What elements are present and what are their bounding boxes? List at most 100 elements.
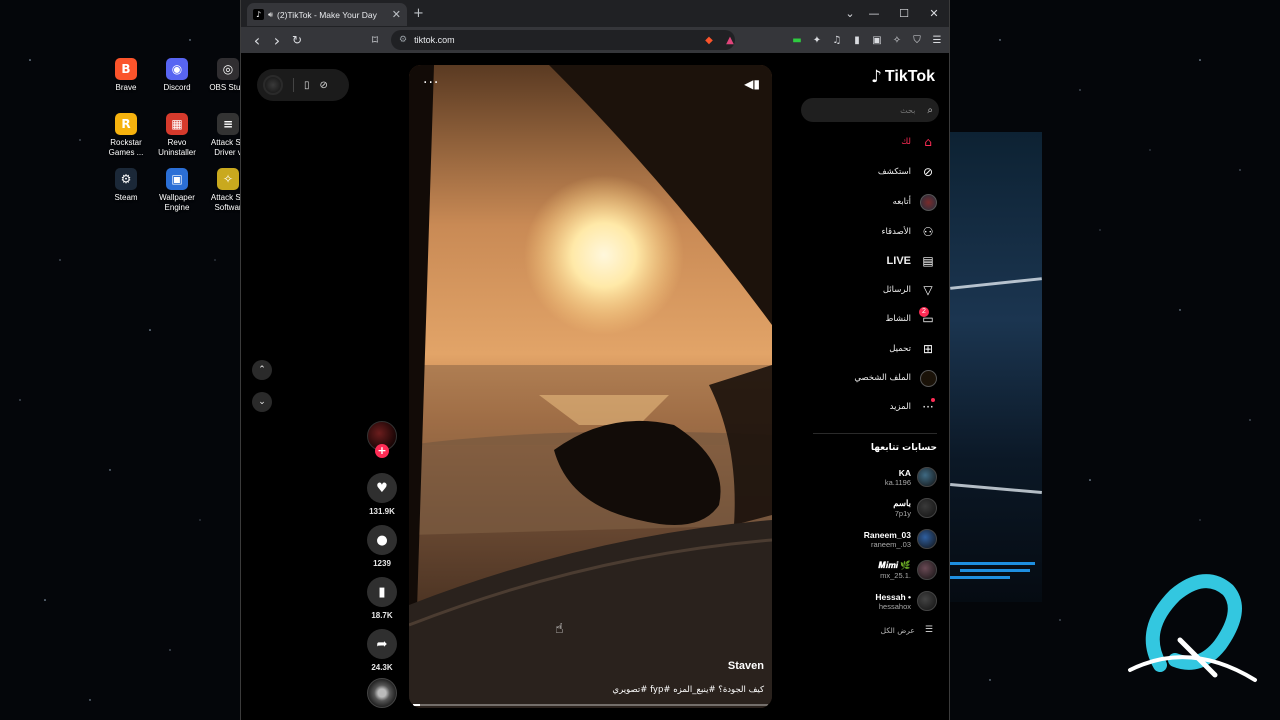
new-indicator-dot <box>931 398 935 402</box>
hand-cursor-icon: ☝ <box>555 621 564 637</box>
video-progress-bar[interactable] <box>413 704 768 706</box>
sidebar-item-friends[interactable]: الأصدقاء ⚇ <box>881 223 937 241</box>
maximize-button[interactable]: ☐ <box>889 0 919 27</box>
volume-icon[interactable]: ◀▮ <box>744 77 760 91</box>
new-tab-button[interactable]: + <box>413 6 424 21</box>
desktop-icon-label: Brave <box>115 83 137 92</box>
site-info-icon[interactable]: ⚙ <box>399 35 407 45</box>
bookmark-button[interactable]: ⌑ <box>365 30 385 50</box>
following-account[interactable]: باسم 7p1y <box>893 498 937 518</box>
account-handle: ka.1196 <box>884 477 911 487</box>
attack-shark-icon: ≡ <box>217 113 239 135</box>
tab-close-icon[interactable]: ✕ <box>392 8 401 21</box>
desktop-icon-label: Discord <box>163 83 191 92</box>
sidebar-item-upload[interactable]: تحميل ⊞ <box>889 340 937 358</box>
avatar[interactable] <box>917 529 937 549</box>
browser-window: ♪ 🔊︎ (2)TikTok - Make Your Day ✕ + ⌄ — ☐… <box>240 0 950 720</box>
sidebar-item-activity[interactable]: النشاط ▭ 2 <box>885 307 937 328</box>
sidebar-item-following-avatar[interactable]: أتابعه <box>893 193 937 211</box>
sidebar-item-label: LIVE <box>886 255 911 267</box>
revo-icon: ▦ <box>166 113 188 135</box>
account-text: KA ka.1196 <box>885 468 911 487</box>
sidebar-item-label: الملف الشخصي <box>854 373 911 383</box>
speaker-icon: 🔊︎ <box>268 9 274 19</box>
live-preview-pill[interactable]: ▯ ⊘ <box>257 69 349 101</box>
following-account[interactable]: 𝑴𝒊𝒎𝒊 🌿 mx_25.1. <box>878 560 937 580</box>
messages-icon: ▽ <box>923 283 933 297</box>
sidebar-item-profile[interactable]: الملف الشخصي <box>854 369 937 387</box>
leo-ai-icon[interactable]: ✧ <box>889 32 905 48</box>
share-action[interactable]: ➦ 24.3K <box>367 629 397 672</box>
sidebar-item-home[interactable]: لك ⌂ <box>901 133 937 151</box>
following-account[interactable]: Hessah • hessahox <box>875 591 937 611</box>
upload-icon: ⊞ <box>922 342 934 356</box>
media-icon[interactable]: ♫ <box>829 32 845 48</box>
account-handle: hessahox <box>878 601 911 611</box>
sidebar-item-messages[interactable]: الرسائل ▽ <box>883 281 937 299</box>
back-button[interactable]: ‹ <box>247 30 267 50</box>
menu-icon[interactable]: ☰ <box>929 32 945 48</box>
brave-shields-icon[interactable]: ◆ <box>701 32 717 48</box>
follow-button[interactable]: + <box>375 444 389 458</box>
wallpaper-engine-icon: ▣ <box>166 168 188 190</box>
account-handle: raneem_.03 <box>870 539 911 549</box>
sidebar-item-compass[interactable]: استكشف ⊘ <box>878 163 937 181</box>
compass-small-icon[interactable]: ⊘ <box>320 80 328 91</box>
extensions-icon[interactable]: ✦ <box>809 32 825 48</box>
extension-green-icon[interactable]: ▬ <box>789 32 805 48</box>
wallet-icon[interactable]: ▣ <box>869 32 885 48</box>
sidebar-toggle-icon[interactable]: ▮ <box>849 32 865 48</box>
brave-rewards-icon[interactable]: ▲ <box>722 32 738 48</box>
share-arrow-icon[interactable]: ➦ <box>367 629 397 659</box>
sidebar-item-live[interactable]: LIVE ▤ <box>887 252 937 270</box>
music-disc[interactable] <box>367 678 397 708</box>
phone-icon[interactable]: ▯ <box>304 80 310 91</box>
tab-title: (2)TikTok - Make Your Day <box>277 9 377 20</box>
previous-video-button[interactable]: ⌃ <box>252 360 272 380</box>
video-more-icon[interactable]: ··· <box>423 75 439 91</box>
video-caption[interactable]: كيف الجودة؟ #ينبع_المزه #fyp #تصويري <box>612 685 764 695</box>
sidebar-item-more[interactable]: المزيد ··· <box>890 398 937 416</box>
address-bar[interactable]: ⚙ tiktok.com <box>391 30 735 50</box>
close-window-button[interactable]: ✕ <box>919 0 949 27</box>
tiktok-logo[interactable]: ♪ TikTok <box>871 67 935 87</box>
account-name: KA <box>898 467 911 478</box>
vpn-icon[interactable]: ⛉ <box>909 32 925 48</box>
see-all-button[interactable]: عرض الكل ☰ <box>881 625 933 635</box>
sidebar-item-label: لك <box>901 137 911 147</box>
bookmark-icon[interactable]: ▮ <box>367 577 397 607</box>
live-avatar[interactable] <box>263 75 283 95</box>
video-player[interactable]: ··· ◀▮ Staven كيف الجودة؟ #ينبع_المزه #f… <box>409 65 772 708</box>
account-text: باسم 7p1y <box>893 498 911 518</box>
comment-action[interactable]: ● 1239 <box>367 525 397 568</box>
friends-icon: ⚇ <box>922 225 934 239</box>
following-account[interactable]: Raneem_03 raneem_.03 <box>864 529 937 549</box>
brand-name: TikTok <box>884 68 935 85</box>
account-text: Hessah • hessahox <box>875 592 911 611</box>
search-input[interactable]: بحث ⌕ <box>801 98 939 122</box>
save-action[interactable]: ▮ 18.7K <box>367 577 397 620</box>
avatar[interactable] <box>917 560 937 580</box>
search-icon[interactable]: ⌕ <box>927 105 933 116</box>
minimize-button[interactable]: — <box>859 0 889 27</box>
video-author[interactable]: Staven <box>728 660 764 672</box>
sidebar-item-label: تحميل <box>889 344 911 354</box>
list-icon: ☰ <box>924 625 933 635</box>
forward-button[interactable]: › <box>267 30 287 50</box>
next-video-button[interactable]: ⌄ <box>252 392 272 412</box>
sidebar-item-label: الأصدقاء <box>881 227 911 237</box>
reload-button[interactable]: ↻ <box>287 30 307 50</box>
account-name: باسم <box>893 498 911 508</box>
account-text: Raneem_03 raneem_.03 <box>864 530 911 549</box>
comment-icon[interactable]: ● <box>367 525 397 555</box>
browser-tab[interactable]: ♪ 🔊︎ (2)TikTok - Make Your Day ✕ <box>247 3 407 26</box>
avatar[interactable] <box>917 498 937 518</box>
comment-count: 1239 <box>373 559 391 568</box>
avatar[interactable] <box>917 591 937 611</box>
like-action[interactable]: ♥ 131.9K <box>367 473 397 516</box>
following-account[interactable]: KA ka.1196 <box>885 467 937 487</box>
tiktok-note-icon: ♪ <box>871 67 882 87</box>
video-progress-fill <box>413 704 421 706</box>
avatar[interactable] <box>917 467 937 487</box>
heart-icon[interactable]: ♥ <box>367 473 397 503</box>
